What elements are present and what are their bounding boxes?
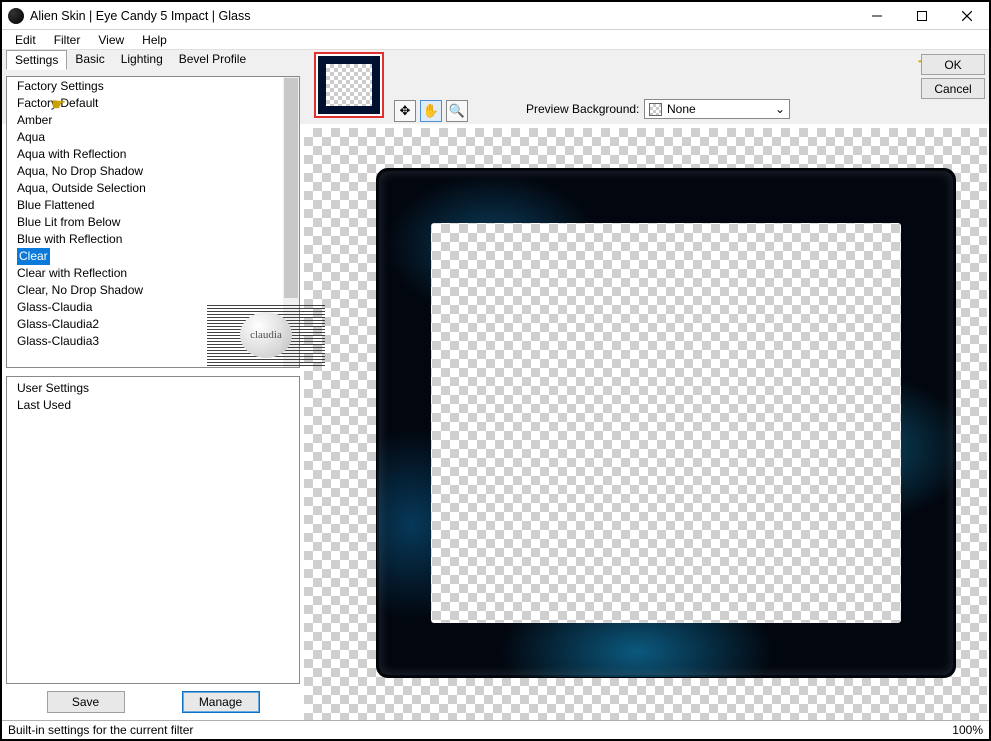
preview-bg-value: None — [667, 102, 696, 116]
watermark-text: claudia — [240, 312, 292, 358]
preview-bg-label: Preview Background: — [526, 102, 639, 116]
tab-bar: Settings Basic Lighting Bevel Profile — [2, 50, 989, 70]
list-item[interactable]: Clear — [7, 248, 283, 265]
list-item[interactable]: Last Used — [7, 397, 299, 414]
user-settings-header: User Settings — [7, 379, 299, 397]
glass-effect-preview — [376, 168, 956, 678]
list-item[interactable]: Blue Flattened — [7, 197, 283, 214]
tab-settings[interactable]: Settings — [6, 50, 67, 70]
close-button[interactable] — [944, 2, 989, 30]
menu-view[interactable]: View — [89, 31, 133, 49]
cancel-button[interactable]: Cancel — [921, 78, 985, 99]
list-item[interactable]: Amber — [7, 112, 283, 129]
manage-button[interactable]: Manage — [182, 691, 260, 713]
window-title: Alien Skin | Eye Candy 5 Impact | Glass — [30, 9, 250, 23]
menu-filter[interactable]: Filter — [45, 31, 90, 49]
menu-edit[interactable]: Edit — [6, 31, 45, 49]
list-item[interactable]: Aqua — [7, 129, 283, 146]
save-button[interactable]: Save — [47, 691, 125, 713]
list-item[interactable]: Clear with Reflection — [7, 265, 283, 282]
list-item[interactable]: Blue with Reflection — [7, 231, 283, 248]
hand-tool-icon[interactable]: ✋ — [420, 100, 442, 122]
minimize-button[interactable] — [854, 2, 899, 30]
chevron-down-icon: ⌄ — [775, 102, 785, 116]
tab-basic[interactable]: Basic — [67, 50, 112, 70]
preview-thumbnail[interactable] — [314, 52, 384, 118]
transparency-swatch-icon — [649, 103, 662, 116]
tab-bevel-profile[interactable]: Bevel Profile — [171, 50, 254, 70]
move-tool-icon[interactable]: ✥ — [394, 100, 416, 122]
list-item[interactable]: Clear, No Drop Shadow — [7, 282, 283, 299]
list-item[interactable]: Aqua, No Drop Shadow — [7, 163, 283, 180]
list-item[interactable]: Aqua, Outside Selection — [7, 180, 283, 197]
list-item[interactable]: Blue Lit from Below — [7, 214, 283, 231]
pointer-hand-icon: ☛ — [51, 95, 66, 115]
zoom-level: 100% — [952, 723, 983, 737]
ok-button[interactable]: OK — [921, 54, 985, 75]
maximize-button[interactable] — [899, 2, 944, 30]
list-item[interactable]: Factory Default — [7, 95, 283, 112]
menu-help[interactable]: Help — [133, 31, 176, 49]
tab-lighting[interactable]: Lighting — [113, 50, 171, 70]
watermark: claudia — [207, 304, 325, 366]
menu-bar: Edit Filter View Help — [2, 30, 989, 50]
settings-panel: Factory Settings Factory Default Amber A… — [6, 76, 300, 720]
user-settings-list[interactable]: User Settings Last Used — [6, 376, 300, 684]
list-item[interactable]: Aqua with Reflection — [7, 146, 283, 163]
zoom-tool-icon[interactable]: 🔍 — [446, 100, 468, 122]
status-bar: Built-in settings for the current filter… — [2, 720, 989, 739]
preview-bg-select[interactable]: None ⌄ — [644, 99, 790, 119]
app-icon — [8, 8, 24, 24]
preview-canvas[interactable] — [304, 128, 987, 720]
title-bar: Alien Skin | Eye Candy 5 Impact | Glass — [2, 2, 989, 30]
status-message: Built-in settings for the current filter — [8, 723, 193, 737]
factory-settings-header: Factory Settings — [7, 77, 283, 95]
